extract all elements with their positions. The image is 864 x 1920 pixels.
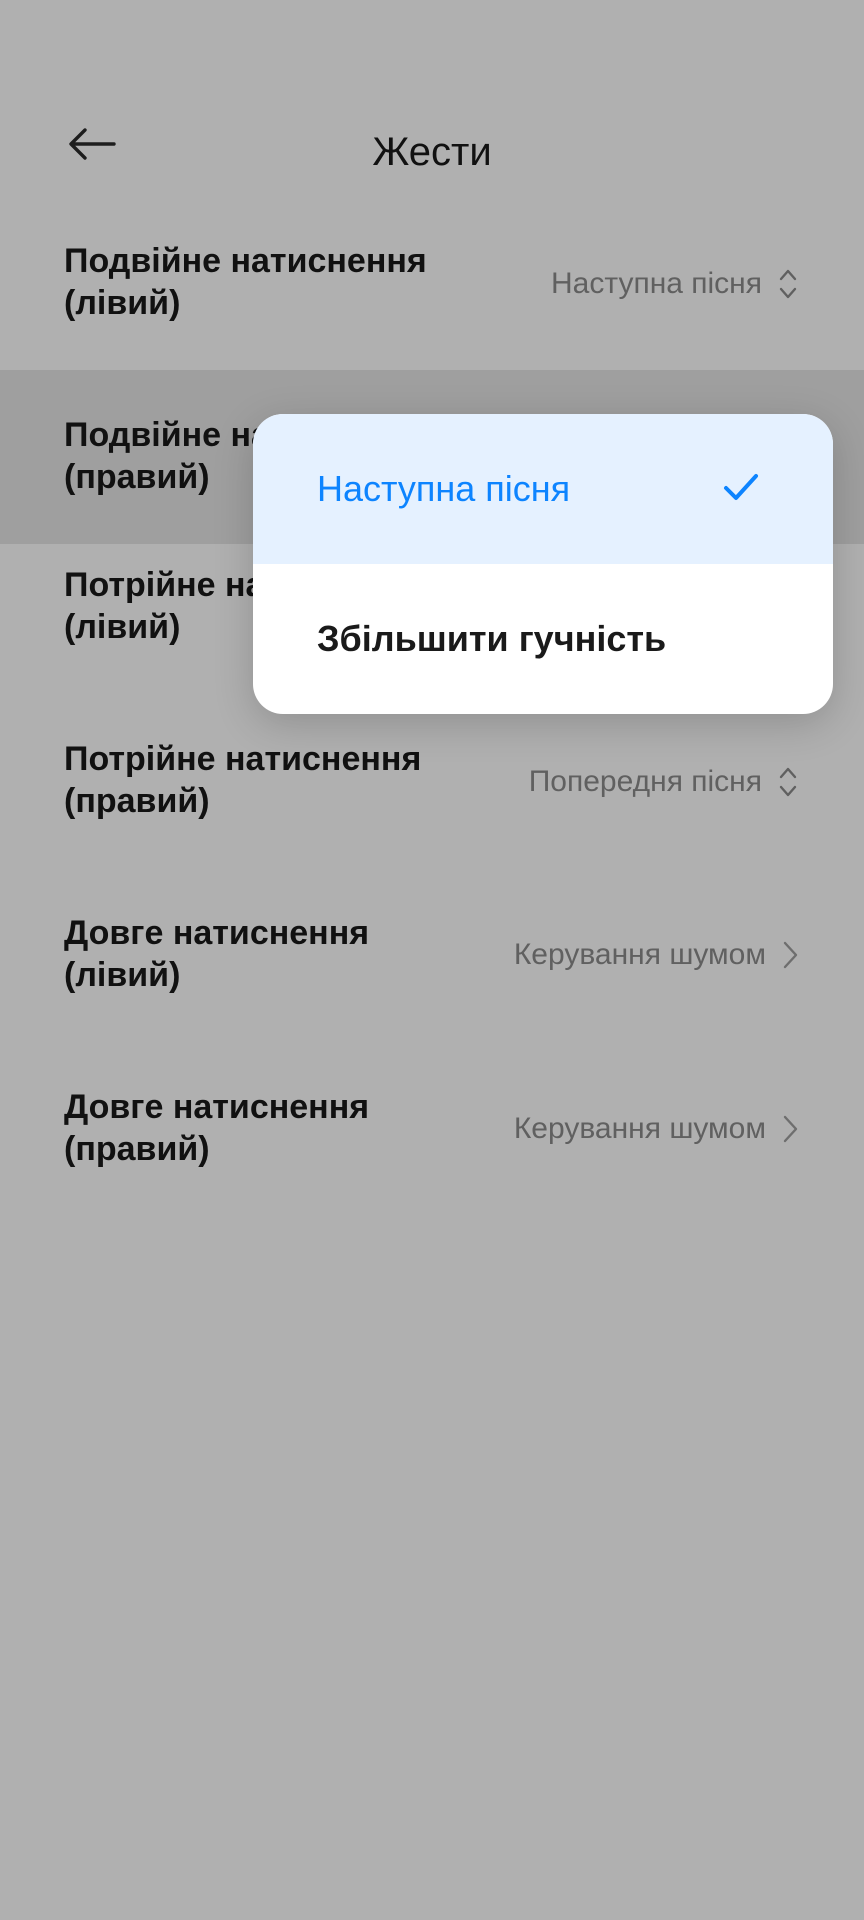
option-popup-menu: Наступна пісня Збільшити гучність (253, 414, 833, 714)
popup-option-next-song[interactable]: Наступна пісня (253, 414, 833, 564)
dim-overlay[interactable] (0, 0, 864, 1920)
screen: 16:27 25 Жести Подвійне натиснення (ліви… (0, 0, 864, 1920)
popup-option-label: Збільшити гучність (317, 618, 667, 659)
check-icon (724, 474, 758, 500)
popup-option-volume-up[interactable]: Збільшити гучність (253, 564, 833, 714)
popup-option-label: Наступна пісня (317, 468, 571, 509)
